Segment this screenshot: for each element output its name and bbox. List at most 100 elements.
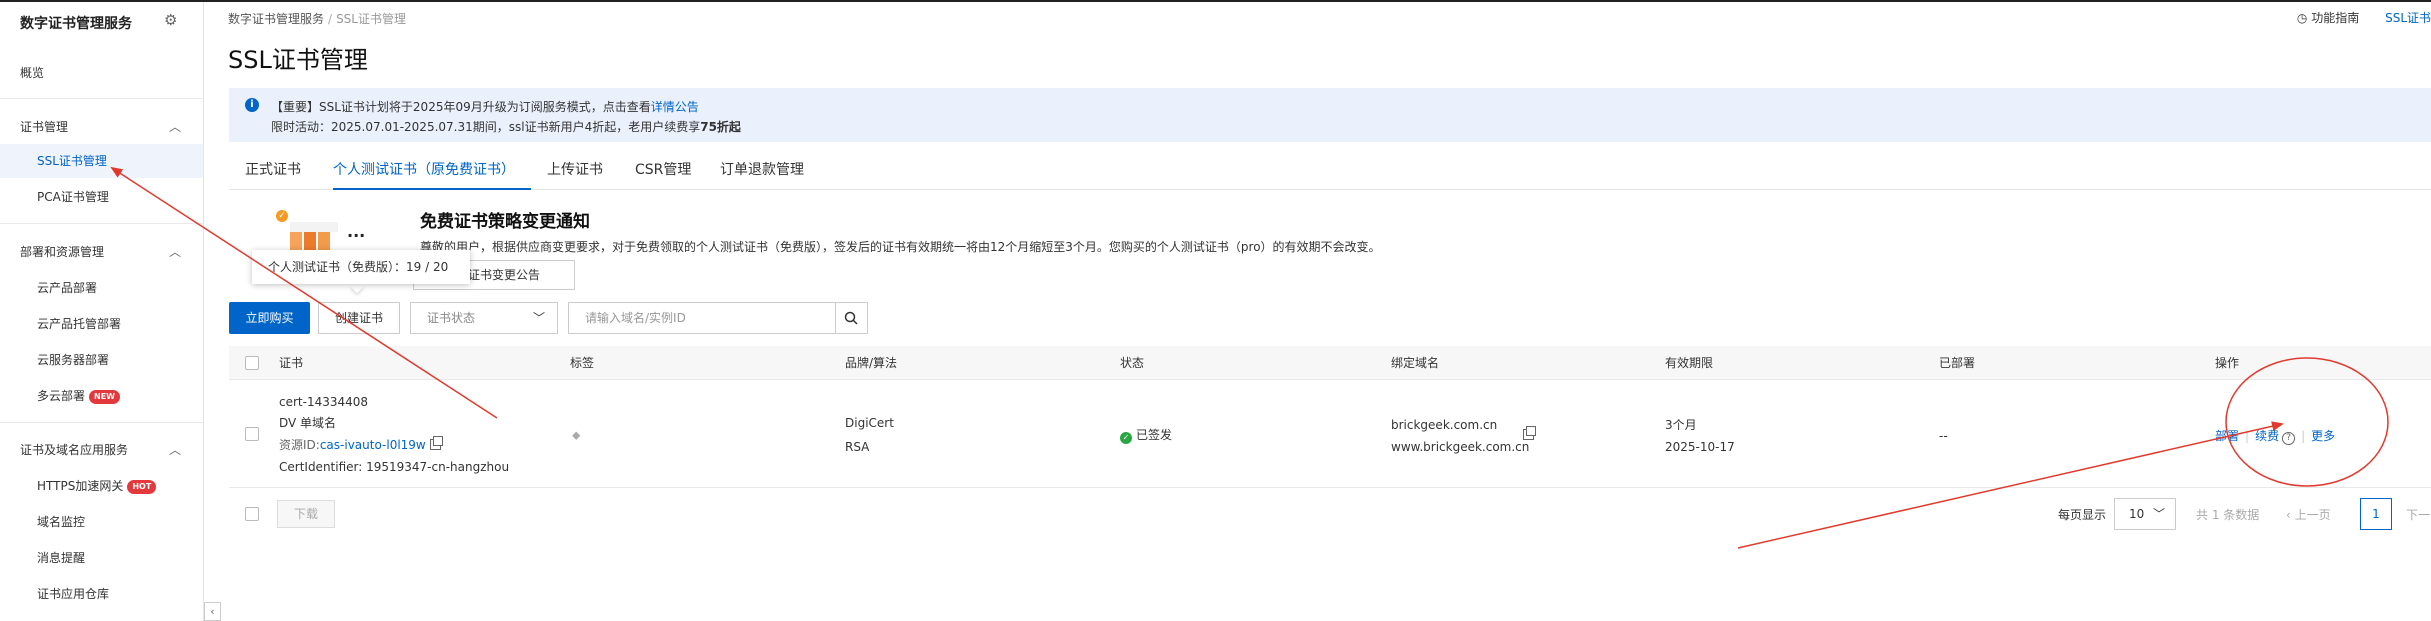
row-checkbox[interactable] — [245, 427, 259, 441]
sidebar-divider — [0, 98, 203, 99]
tab-official-cert[interactable]: 正式证书 — [245, 154, 301, 190]
promo-illustration — [286, 222, 340, 252]
sidebar-item-https-gateway[interactable]: HTTPS加速网关 HOT — [0, 469, 203, 503]
chevron-down-icon: ﹀ — [532, 311, 545, 325]
sidebar-divider — [0, 422, 203, 423]
chevron-up-icon: ︿ — [168, 443, 181, 457]
page-size-select[interactable]: 10 ﹀ — [2114, 498, 2176, 530]
chevron-up-icon: ︿ — [168, 120, 181, 134]
cert-status-select[interactable]: 证书状态 ﹀ — [410, 302, 558, 334]
tab-bar: 正式证书 个人测试证书（原免费证书） 上传证书 CSR管理 订单退款管理 — [229, 154, 2431, 190]
header-actions: ◷ 功能指南 SSL证书 — [2297, 9, 2431, 26]
breadcrumb-current: SSL证书管理 — [336, 12, 406, 26]
sidebar-item-multicloud-deploy[interactable]: 多云部署 NEW — [0, 379, 203, 413]
notice-details-link[interactable]: 详情公告 — [651, 100, 699, 114]
copy-icon[interactable] — [429, 436, 443, 450]
notice-promo-highlight: 75折起 — [700, 120, 741, 134]
page-size-value: 10 — [2129, 507, 2145, 521]
sidebar-item-notifications[interactable]: 消息提醒 — [0, 541, 203, 575]
promo-title: 免费证书策略变更通知 — [420, 212, 590, 232]
sidebar-group-label: 部署和资源管理 — [20, 245, 105, 259]
table-header: 证书 标签 品牌/算法 状态 绑定域名 有效期限 已部署 操作 — [229, 346, 2431, 380]
search-button[interactable] — [836, 302, 868, 334]
sidebar-item-ssl-cert[interactable]: SSL证书管理 — [0, 144, 203, 178]
help-icon[interactable]: ? — [2282, 432, 2296, 445]
hot-badge: HOT — [127, 480, 157, 494]
status-text: 已签发 — [1136, 428, 1173, 442]
sidebar: 数字证书管理服务 ⚙ 概览 证书管理 ︿ SSL证书管理 PCA证书管理 部署和… — [0, 2, 204, 621]
tab-csr-management[interactable]: CSR管理 — [635, 154, 691, 190]
table-row: cert-14334408 DV 单域名 资源ID:cas-ivauto-l0l… — [229, 380, 2431, 488]
sidebar-item-domain-monitor[interactable]: 域名监控 — [0, 505, 203, 539]
bound-domain-2: www.brickgeek.com.cn — [1391, 440, 1530, 454]
column-header-domain: 绑定域名 — [1391, 356, 1440, 370]
page-number-1[interactable]: 1 — [2360, 498, 2392, 530]
renew-link[interactable]: 续费 — [2255, 429, 2279, 443]
row-actions: 部署 | 续费? | 更多 — [2215, 429, 2336, 445]
check-circle-icon: ✓ — [1120, 432, 1132, 444]
column-header-validity: 有效期限 — [1665, 356, 1714, 370]
column-header-brand: 品牌/算法 — [845, 356, 898, 370]
sidebar-collapse-button[interactable]: ‹ — [204, 602, 221, 621]
sidebar-group-cert-management[interactable]: 证书管理 ︿ — [0, 110, 203, 144]
prev-page-button[interactable]: ‹ 上一页 — [2286, 506, 2331, 523]
copy-icon[interactable] — [1523, 426, 1536, 440]
gear-icon[interactable]: ⚙ — [164, 12, 180, 28]
app-title: 数字证书管理服务 — [20, 16, 132, 32]
chevron-down-icon: ﹀ — [2152, 507, 2165, 521]
buy-now-button[interactable]: 立即购买 — [229, 302, 310, 334]
more-link[interactable]: 更多 — [2311, 429, 2335, 443]
tag-icon[interactable]: ⬥ — [572, 428, 584, 442]
promo-ellipsis: ... — [347, 222, 366, 241]
tab-upload-cert[interactable]: 上传证书 — [547, 154, 603, 190]
ssl-cert-link[interactable]: SSL证书 — [2385, 11, 2431, 25]
resource-id-label: 资源ID: — [279, 438, 320, 452]
cert-identifier: CertIdentifier: 19519347-cn-hangzhou — [279, 460, 510, 474]
sidebar-item-overview[interactable]: 概览 — [0, 56, 203, 90]
copy-domain-icon[interactable] — [1519, 425, 1536, 446]
select-all-checkbox[interactable] — [245, 356, 259, 370]
resource-id: 资源ID:cas-ivauto-l0l19w — [279, 435, 443, 456]
tab-refund-management[interactable]: 订单退款管理 — [720, 154, 804, 190]
sidebar-item-managed-deploy[interactable]: 云产品托管部署 — [0, 307, 203, 341]
resource-id-link[interactable]: cas-ivauto-l0l19w — [320, 438, 426, 452]
sidebar-item-label: 多云部署 — [37, 389, 86, 403]
cert-status-placeholder: 证书状态 — [427, 311, 476, 325]
download-button[interactable]: 下载 — [277, 500, 335, 528]
page-title: SSL证书管理 — [228, 46, 368, 74]
validity-period: 3个月 — [1665, 418, 1697, 432]
column-header-actions: 操作 — [2215, 356, 2240, 370]
cert-name: cert-14334408 — [279, 395, 369, 409]
deployed-value: -- — [1939, 429, 1948, 443]
next-page-button[interactable]: 下一 — [2406, 506, 2430, 523]
search-icon — [844, 311, 858, 325]
feature-guide-link[interactable]: 功能指南 — [2311, 11, 2359, 25]
notice-text: 【重要】SSL证书计划将于2025年09月升级为订阅服务模式，点击查看 — [271, 100, 651, 114]
footer-select-checkbox[interactable] — [245, 507, 259, 521]
tab-personal-test-cert[interactable]: 个人测试证书（原免费证书） — [333, 154, 531, 190]
bound-domain-1: brickgeek.com.cn — [1391, 418, 1498, 432]
cert-status: ✓ 已签发 — [1120, 425, 1172, 446]
deploy-link[interactable]: 部署 — [2215, 429, 2239, 443]
prev-page-label: 上一页 — [2294, 508, 2331, 522]
sidebar-item-cert-repo[interactable]: 证书应用仓库 — [0, 577, 203, 611]
notice-line-1: 【重要】SSL证书计划将于2025年09月升级为订阅服务模式，点击查看详情公告 — [271, 98, 699, 115]
sidebar-divider — [0, 223, 203, 224]
sidebar-group-app-services[interactable]: 证书及域名应用服务 ︿ — [0, 433, 203, 467]
create-cert-button[interactable]: 创建证书 — [318, 302, 400, 334]
sidebar-group-label: 证书及域名应用服务 — [20, 443, 129, 457]
breadcrumb-root[interactable]: 数字证书管理服务 — [228, 12, 324, 26]
breadcrumb: 数字证书管理服务 / SSL证书管理 — [228, 10, 406, 27]
column-header-deployed: 已部署 — [1939, 356, 1976, 370]
sidebar-group-deploy[interactable]: 部署和资源管理 ︿ — [0, 235, 203, 269]
column-header-status: 状态 — [1120, 356, 1145, 370]
sidebar-item-pca-cert[interactable]: PCA证书管理 — [0, 180, 203, 214]
sidebar-group-label: 证书管理 — [20, 120, 69, 134]
sidebar-item-server-deploy[interactable]: 云服务器部署 — [0, 343, 203, 377]
cert-brand: DigiCert — [845, 416, 894, 430]
sidebar-item-cloud-deploy[interactable]: 云产品部署 — [0, 271, 203, 305]
notice-line-2: 限时活动：2025.07.01-2025.07.31期间，ssl证书新用户4折起… — [271, 118, 741, 135]
cert-algorithm: RSA — [845, 440, 870, 454]
search-input[interactable] — [568, 302, 836, 334]
column-header-tag: 标签 — [570, 356, 595, 370]
